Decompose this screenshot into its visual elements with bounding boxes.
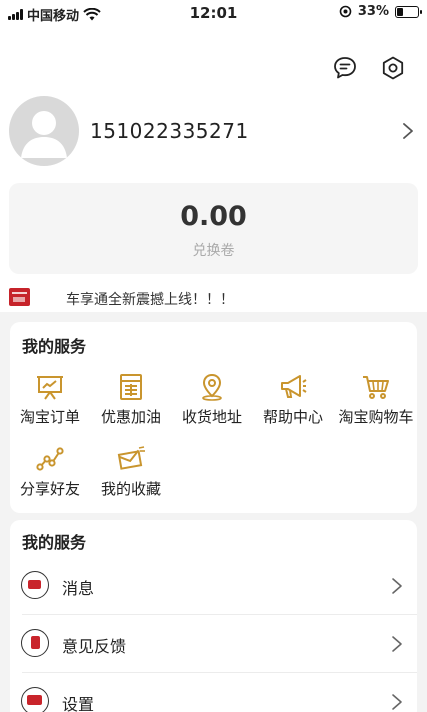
service-help-center[interactable]: 帮助中心	[253, 372, 333, 427]
service-shipping-address[interactable]: 收货地址	[172, 372, 252, 427]
balance-value: 0.00	[180, 201, 247, 232]
chevron-right-icon	[392, 694, 402, 710]
notice-text[interactable]: 车享通全新震撼上线！！！	[66, 289, 234, 309]
service-taobao-cart[interactable]: 淘宝购物车	[336, 372, 416, 427]
menu-item-label: 设置	[62, 695, 95, 712]
notice-badge-icon	[9, 288, 30, 306]
settings-hexagon-icon[interactable]	[380, 55, 406, 81]
service-label: 我的收藏	[100, 480, 161, 498]
envelope-icon	[117, 446, 145, 470]
service-taobao-orders[interactable]: 淘宝订单	[10, 372, 90, 427]
settings-icon	[21, 687, 49, 712]
battery-icon	[395, 5, 422, 18]
share-graph-icon	[36, 447, 64, 471]
service-label: 淘宝订单	[19, 408, 80, 426]
presentation-chart-icon	[37, 376, 63, 400]
menu-item-settings[interactable]: 设置	[10, 673, 417, 712]
map-pin-icon	[202, 373, 222, 401]
menu-item-feedback[interactable]: 意见反馈	[10, 615, 417, 673]
menu-item-messages[interactable]: 消息	[10, 557, 417, 615]
chevron-right-icon[interactable]	[402, 122, 414, 140]
menu-item-label: 消息	[62, 579, 95, 598]
service-label: 收货地址	[181, 408, 242, 426]
menu-item-label: 意见反馈	[62, 637, 127, 656]
status-bar: 中国移动 12:01 33%	[0, 0, 427, 26]
status-right: 33%	[339, 4, 422, 19]
feedback-icon	[21, 629, 49, 657]
services-title: 我的服务	[22, 337, 87, 356]
service-label: 优惠加油	[100, 408, 161, 426]
chat-bubble-icon[interactable]	[332, 55, 358, 81]
service-my-favorites[interactable]: 我的收藏	[91, 444, 171, 499]
chevron-right-icon	[392, 578, 402, 594]
calculator-icon	[120, 374, 142, 400]
service-share-friends[interactable]: 分享好友	[10, 444, 90, 499]
avatar[interactable]	[9, 96, 79, 166]
services-card: 我的服务 淘宝订单 优惠加油 收货地址 帮助中心 淘宝购物车 分享好友 我的收藏	[10, 322, 417, 513]
service-label: 淘宝购物车	[338, 408, 414, 426]
profile-page: 中国移动 12:01 33% 151022335271 0.00 兑换卷 车享通…	[0, 0, 427, 712]
default-avatar-icon	[21, 111, 67, 158]
chevron-right-icon	[392, 636, 402, 652]
balance-label: 兑换卷	[192, 243, 235, 259]
balance-card[interactable]: 0.00 兑换卷	[9, 183, 418, 274]
menu-title: 我的服务	[22, 533, 87, 552]
user-phone[interactable]: 151022335271	[90, 119, 249, 143]
orientation-lock-icon	[339, 5, 352, 18]
megaphone-icon	[281, 375, 307, 398]
message-icon	[21, 571, 49, 599]
service-label: 帮助中心	[262, 408, 323, 426]
service-label: 分享好友	[19, 480, 80, 498]
service-fuel-discount[interactable]: 优惠加油	[91, 372, 171, 427]
battery-percent: 33%	[357, 4, 389, 19]
shopping-cart-icon	[363, 376, 389, 399]
